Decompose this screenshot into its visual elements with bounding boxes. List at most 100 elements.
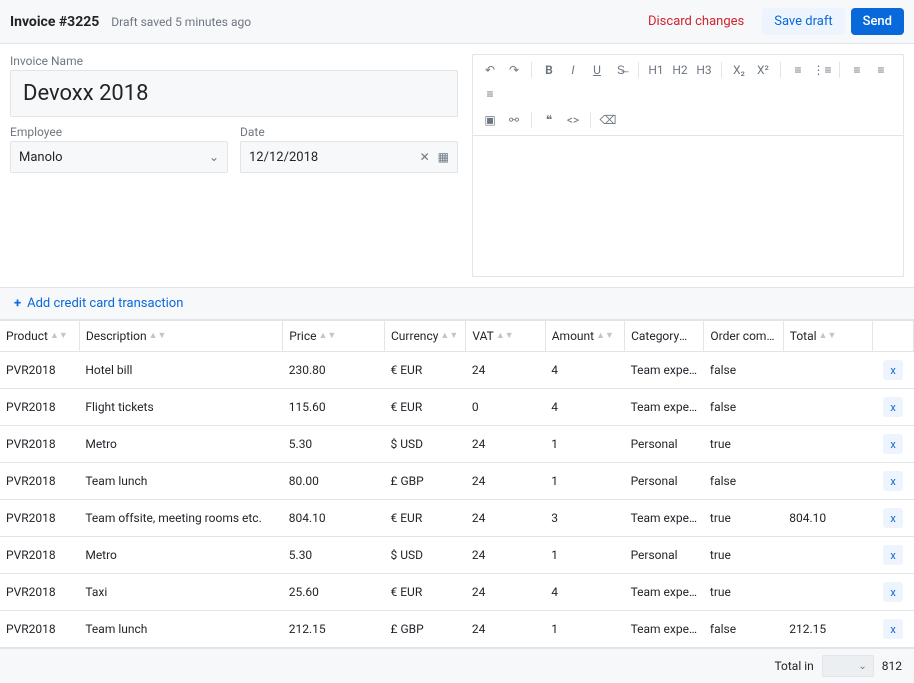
add-transaction-button[interactable]: +Add credit card transaction xyxy=(0,288,914,320)
col-product[interactable]: Product▲▼ xyxy=(0,321,79,352)
cell-price[interactable]: 230.80 xyxy=(283,352,385,389)
cell-vat[interactable]: 24 xyxy=(466,426,545,463)
cell-vat[interactable]: 0 xyxy=(466,389,545,426)
cell-amount[interactable]: 1 xyxy=(545,537,624,574)
delete-row-button[interactable]: x xyxy=(883,360,903,380)
italic-icon[interactable]: I xyxy=(562,59,584,81)
strike-icon[interactable]: S̶ xyxy=(610,59,632,81)
col-vat[interactable]: VAT▲▼ xyxy=(466,321,545,352)
cell-category[interactable]: Personal xyxy=(625,463,704,500)
cell-price[interactable]: 80.00 xyxy=(283,463,385,500)
delete-row-button[interactable]: x xyxy=(883,619,903,639)
cell-product[interactable]: PVR2018 xyxy=(0,389,79,426)
cell-price[interactable]: 115.60 xyxy=(283,389,385,426)
cell-total[interactable] xyxy=(783,537,873,574)
discard-button[interactable]: Discard changes xyxy=(636,8,756,35)
table-row[interactable]: PVR2018Team lunch80.00£ GBP241Personalfa… xyxy=(0,463,914,500)
cell-vat[interactable]: 24 xyxy=(466,500,545,537)
total-currency-select[interactable]: ⌄ xyxy=(822,655,874,677)
cell-order[interactable]: true xyxy=(704,574,783,611)
cell-description[interactable]: Metro xyxy=(79,426,282,463)
cell-category[interactable]: Team expe… xyxy=(625,574,704,611)
unordered-list-icon[interactable]: ⋮≡ xyxy=(811,59,833,81)
h2-icon[interactable]: H2 xyxy=(669,59,691,81)
underline-icon[interactable]: U xyxy=(586,59,608,81)
cell-order[interactable]: true xyxy=(704,500,783,537)
cell-total[interactable] xyxy=(783,426,873,463)
cell-order[interactable]: true xyxy=(704,537,783,574)
cell-description[interactable]: Flight tickets xyxy=(79,389,282,426)
cell-vat[interactable]: 24 xyxy=(466,574,545,611)
table-row[interactable]: PVR2018Team lunch212.15£ GBP241Team expe… xyxy=(0,611,914,648)
cell-order[interactable]: false xyxy=(704,352,783,389)
cell-amount[interactable]: 1 xyxy=(545,426,624,463)
send-button[interactable]: Send xyxy=(851,8,904,35)
cell-amount[interactable]: 3 xyxy=(545,500,624,537)
table-row[interactable]: PVR2018Metro5.30$ USD241Personaltruex xyxy=(0,537,914,574)
cell-description[interactable]: Team lunch xyxy=(79,463,282,500)
cell-order[interactable]: false xyxy=(704,389,783,426)
cell-description[interactable]: Metro xyxy=(79,537,282,574)
cell-currency[interactable]: € EUR xyxy=(385,352,466,389)
cell-price[interactable]: 5.30 xyxy=(283,426,385,463)
cell-order[interactable]: true xyxy=(704,426,783,463)
col-amount[interactable]: Amount▲▼ xyxy=(545,321,624,352)
undo-icon[interactable]: ↶ xyxy=(479,59,501,81)
cell-currency[interactable]: £ GBP xyxy=(385,611,466,648)
date-input[interactable]: 12/12/2018 ✕ ▦ xyxy=(240,141,458,173)
cell-category[interactable]: Team expe… xyxy=(625,500,704,537)
rte-body[interactable] xyxy=(473,136,903,276)
table-row[interactable]: PVR2018Flight tickets115.60€ EUR04Team e… xyxy=(0,389,914,426)
cell-product[interactable]: PVR2018 xyxy=(0,611,79,648)
table-row[interactable]: PVR2018Metro5.30$ USD241Personaltrue x xyxy=(0,426,914,463)
cell-category[interactable]: Team expe… xyxy=(625,611,704,648)
cell-product[interactable]: PVR2018 xyxy=(0,537,79,574)
cell-product[interactable]: PVR2018 xyxy=(0,574,79,611)
align-center-icon[interactable]: ≡ xyxy=(870,59,892,81)
cell-description[interactable]: Taxi xyxy=(79,574,282,611)
cell-currency[interactable]: $ USD xyxy=(385,537,466,574)
clear-icon[interactable]: ✕ xyxy=(420,150,430,164)
table-row[interactable]: PVR2018Taxi25.60€ EUR244Team expe…truex xyxy=(0,574,914,611)
cell-price[interactable]: 804.10 xyxy=(283,500,385,537)
cell-vat[interactable]: 24 xyxy=(466,463,545,500)
delete-row-button[interactable]: x xyxy=(883,434,903,454)
delete-row-button[interactable]: x xyxy=(883,397,903,417)
col-currency[interactable]: Currency▲▼ xyxy=(385,321,466,352)
col-category[interactable]: Category▲▼ xyxy=(625,321,704,352)
cell-currency[interactable]: $ USD xyxy=(385,426,466,463)
cell-category[interactable]: Team expe… xyxy=(625,389,704,426)
ordered-list-icon[interactable]: ≡ xyxy=(787,59,809,81)
h1-icon[interactable]: H1 xyxy=(645,59,667,81)
clear-format-icon[interactable]: ⌫ xyxy=(597,109,619,131)
superscript-icon[interactable]: X² xyxy=(752,59,774,81)
cell-category[interactable]: Personal xyxy=(625,426,704,463)
invoice-name-input[interactable]: Devoxx 2018 xyxy=(10,70,458,117)
cell-currency[interactable]: € EUR xyxy=(385,574,466,611)
cell-total[interactable] xyxy=(783,463,873,500)
table-row[interactable]: PVR2018Team offsite, meeting rooms etc.8… xyxy=(0,500,914,537)
delete-row-button[interactable]: x xyxy=(883,545,903,565)
cell-total[interactable]: 804.10 xyxy=(783,500,873,537)
cell-total[interactable]: 212.15 xyxy=(783,611,873,648)
cell-description[interactable]: Team offsite, meeting rooms etc. xyxy=(79,500,282,537)
cell-currency[interactable]: € EUR xyxy=(385,389,466,426)
col-total[interactable]: Total▲▼ xyxy=(783,321,873,352)
cell-price[interactable]: 212.15 xyxy=(283,611,385,648)
delete-row-button[interactable]: x xyxy=(883,582,903,602)
bold-icon[interactable]: B xyxy=(538,59,560,81)
cell-amount[interactable]: 4 xyxy=(545,389,624,426)
cell-order[interactable]: false xyxy=(704,463,783,500)
code-icon[interactable]: <> xyxy=(562,109,584,131)
cell-product[interactable]: PVR2018 xyxy=(0,500,79,537)
cell-amount[interactable]: 1 xyxy=(545,463,624,500)
cell-currency[interactable]: £ GBP xyxy=(385,463,466,500)
cell-product[interactable]: PVR2018 xyxy=(0,352,79,389)
h3-icon[interactable]: H3 xyxy=(693,59,715,81)
cell-product[interactable]: PVR2018 xyxy=(0,426,79,463)
cell-product[interactable]: PVR2018 xyxy=(0,463,79,500)
table-row[interactable]: PVR2018Hotel bill230.80€ EUR244Team expe… xyxy=(0,352,914,389)
cell-vat[interactable]: 24 xyxy=(466,611,545,648)
cell-price[interactable]: 5.30 xyxy=(283,537,385,574)
align-right-icon[interactable]: ≡ xyxy=(479,83,501,105)
